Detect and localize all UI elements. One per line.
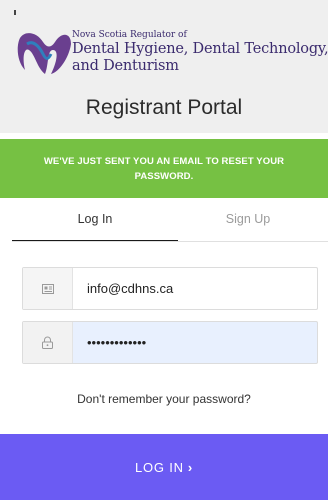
log-in-button[interactable]: LOG IN › (0, 434, 328, 500)
forgot-password-link[interactable]: Don't remember your password? (0, 392, 328, 406)
tab-log-in[interactable]: Log In (12, 212, 178, 242)
lock-icon (42, 336, 53, 349)
tab-divider (12, 241, 328, 242)
email-input[interactable] (73, 268, 317, 309)
chevron-right-icon: › (187, 459, 193, 475)
logo-title-line-1: Dental Hygiene, Dental Technology, (72, 41, 328, 57)
logo-title-line-2: and Denturism (72, 58, 179, 74)
log-in-button-label: LOG IN (134, 459, 184, 475)
reset-email-notice: WE'VE JUST SENT YOU AN EMAIL TO RESET YO… (0, 139, 328, 198)
notice-line-1: WE'VE JUST SENT YOU AN EMAIL TO RESET YO… (43, 156, 285, 167)
email-field (22, 267, 318, 310)
email-icon-box (23, 268, 73, 309)
notice-line-2: PASSWORD. (134, 171, 194, 182)
page-title: Registrant Portal (85, 96, 243, 119)
id-card-icon (41, 283, 54, 294)
logo-mark-icon (17, 33, 72, 74)
password-icon-box (23, 322, 73, 363)
regulator-logo: Nova Scotia Regulator of Dental Hygiene,… (17, 24, 328, 84)
portal-header: Nova Scotia Regulator of Dental Hygiene,… (0, 0, 328, 133)
password-input[interactable] (73, 322, 317, 363)
logo-subtitle: Nova Scotia Regulator of (72, 30, 187, 40)
header-corner-mark (14, 10, 16, 15)
auth-tabs: Log In Sign Up (0, 212, 328, 242)
tab-sign-up[interactable]: Sign Up (178, 212, 318, 242)
password-field (22, 321, 318, 364)
